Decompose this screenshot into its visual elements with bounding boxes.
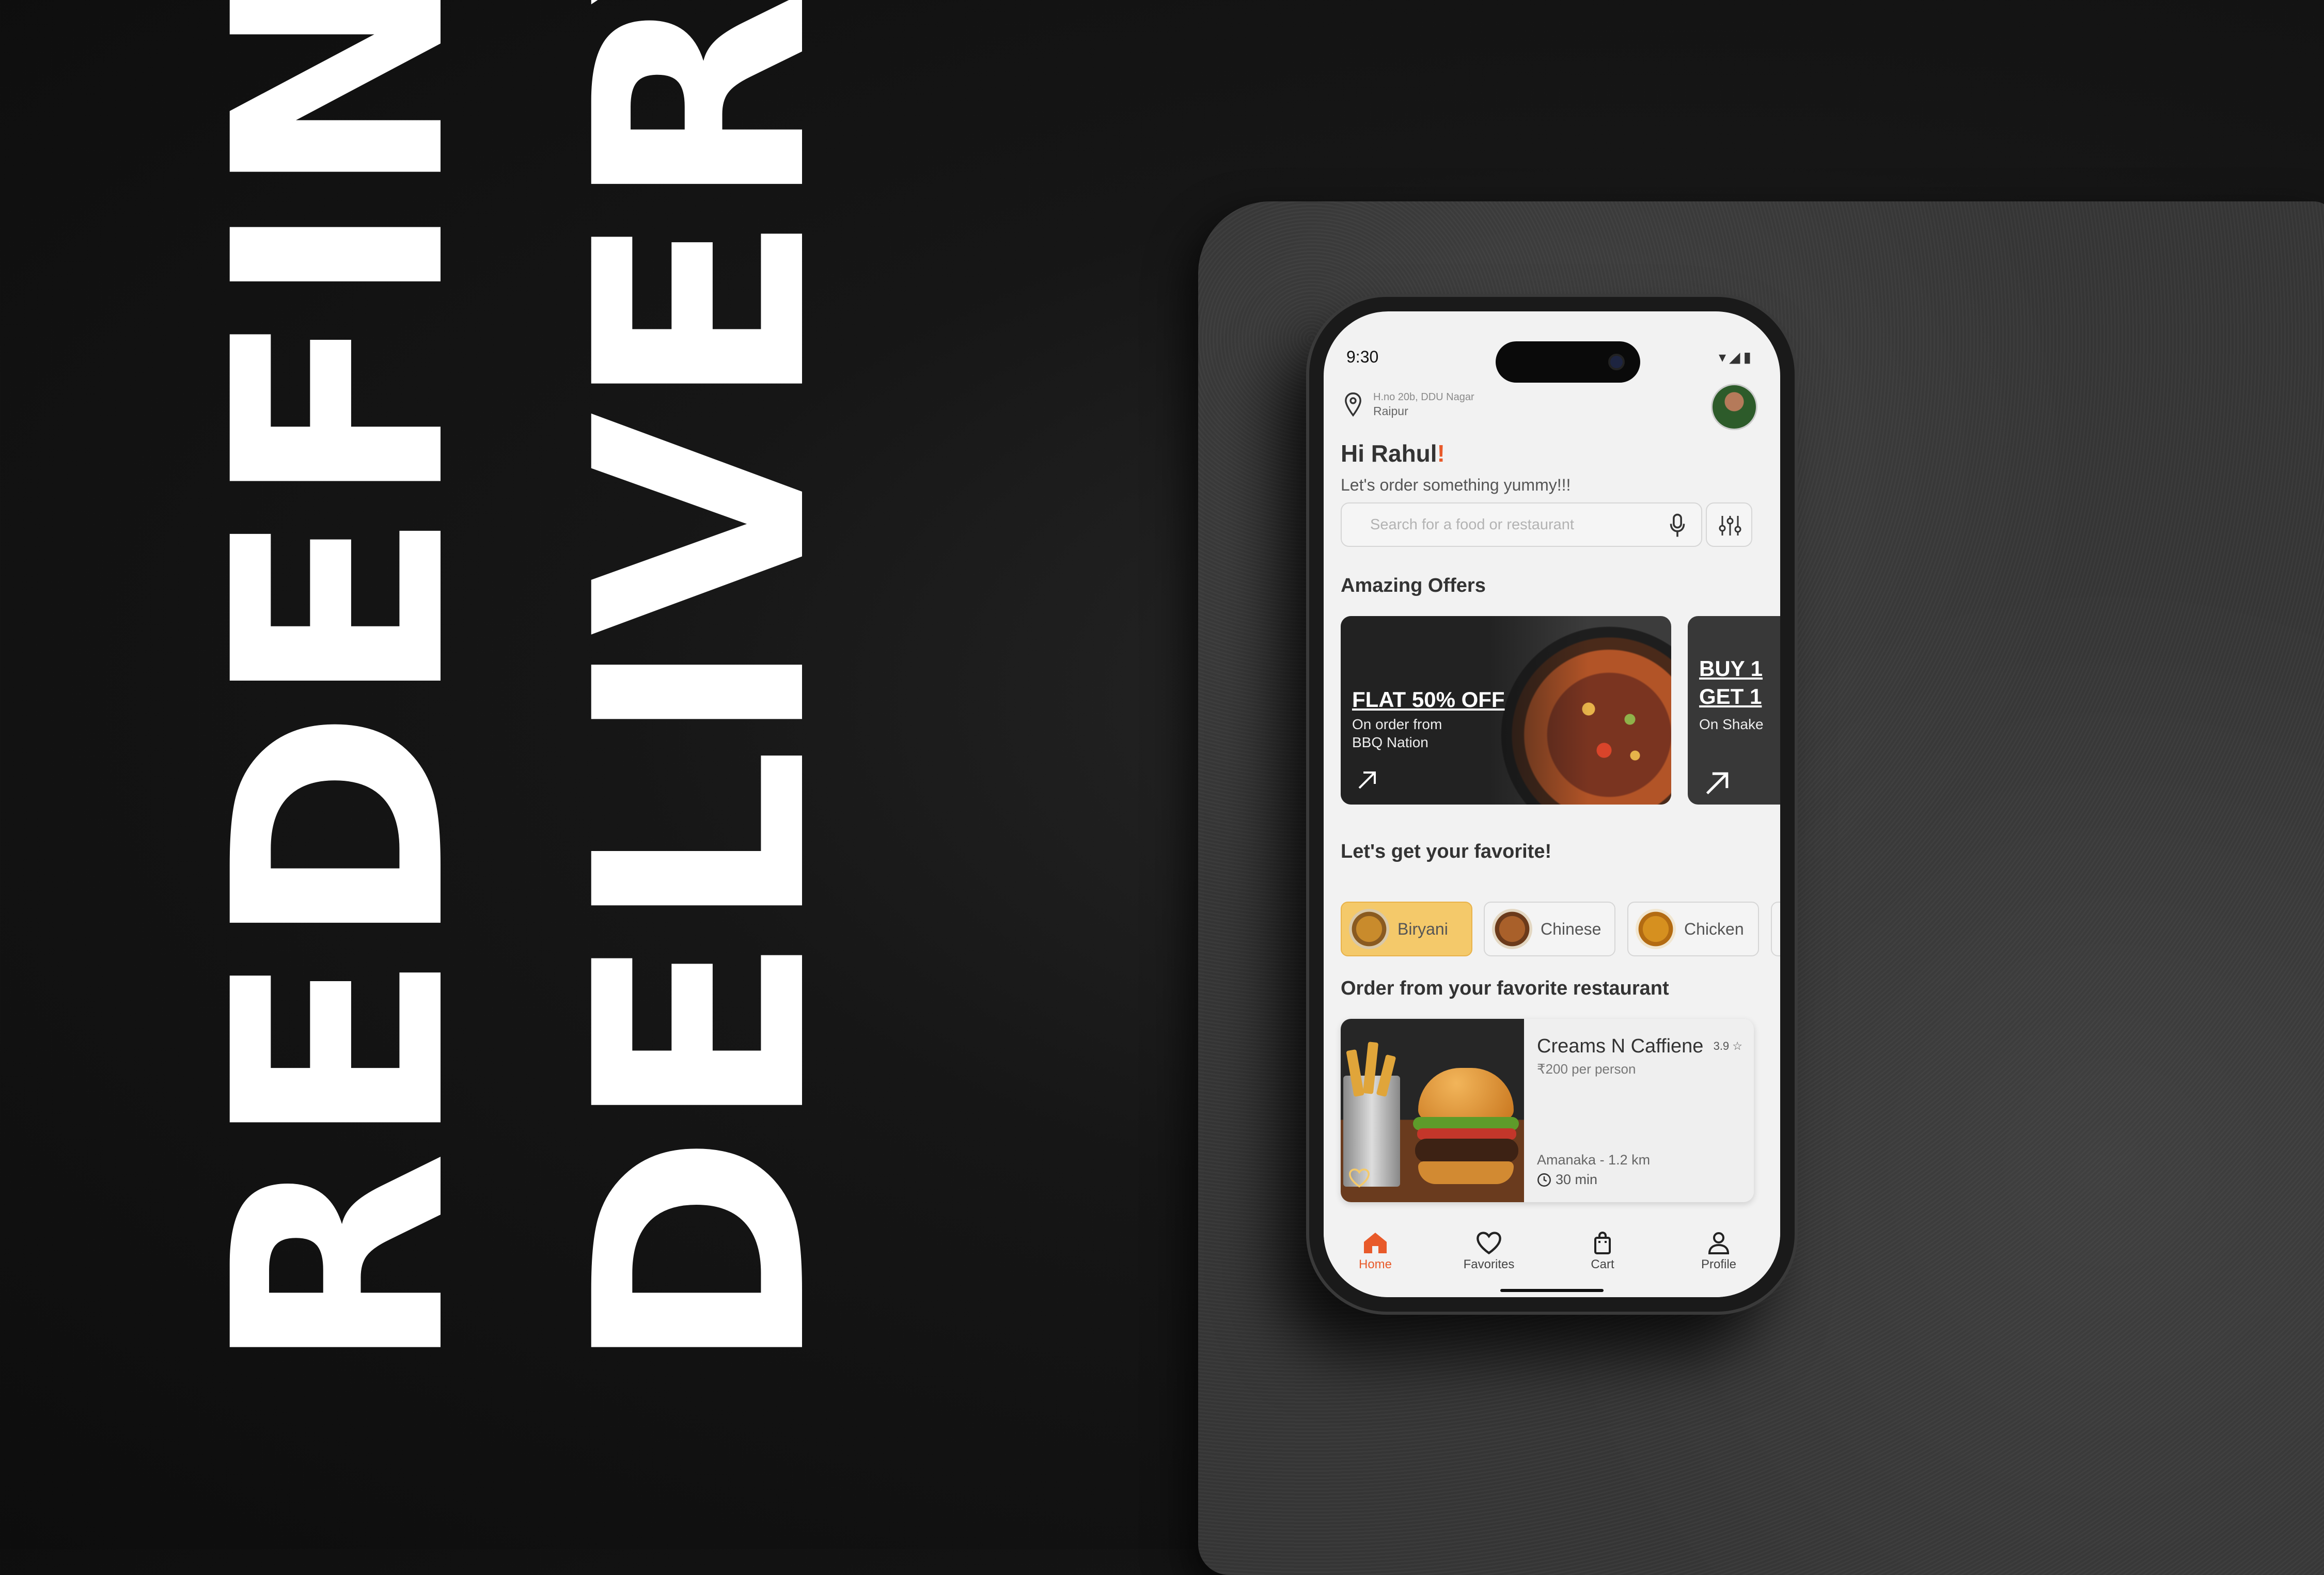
category-chip-chicken[interactable]: Chicken	[1627, 902, 1759, 956]
offer-subtitle: On Shake	[1699, 716, 1764, 732]
chicken-image	[1636, 909, 1676, 949]
camera-icon	[1608, 354, 1625, 370]
tab-home[interactable]: Home	[1337, 1231, 1414, 1272]
bottom-tab-bar: Home Favorites Cart Profile	[1324, 1225, 1780, 1297]
bag-icon	[1594, 1231, 1611, 1254]
person-icon	[1708, 1232, 1730, 1254]
section-title-restaurants: Order from your favorite restaurant	[1341, 978, 1669, 999]
offer-title-line1: BUY 1	[1699, 656, 1763, 681]
clock-icon	[1537, 1173, 1551, 1187]
category-label: Chinese	[1541, 919, 1601, 938]
delivery-time: 30 min	[1556, 1172, 1598, 1187]
headline-line-2: DELIVERY	[534, 0, 871, 1374]
location-selector[interactable]: H.no 20b, DDU Nagar Raipur	[1344, 391, 1474, 418]
offer-title-line2: GET 1	[1699, 684, 1762, 708]
location-address: H.no 20b, DDU Nagar	[1373, 391, 1474, 403]
burger-bun-bottom	[1418, 1161, 1514, 1184]
category-chip-biryani[interactable]: Biryani	[1341, 902, 1472, 956]
category-chip-chinese[interactable]: Chinese	[1484, 902, 1615, 956]
mic-icon[interactable]	[1667, 513, 1688, 539]
tab-label: Cart	[1591, 1257, 1614, 1271]
tab-label: Favorites	[1463, 1257, 1515, 1271]
restaurant-name: Creams N Caffiene	[1537, 1035, 1704, 1057]
app-screen: 9:30 ▾◢▮ H.no 20b, DDU Nagar Raipur Hi R…	[1324, 311, 1780, 1297]
category-label: Biryani	[1397, 919, 1448, 938]
greeting-name: Hi Rahul	[1341, 440, 1437, 467]
offer-title: FLAT 50% OFF	[1352, 687, 1505, 712]
offer-card-2[interactable]: BUY 1 GET 1 On Shake	[1688, 616, 1780, 805]
heart-icon	[1477, 1232, 1501, 1255]
burger-bun-top	[1418, 1068, 1514, 1120]
tab-favorites[interactable]: Favorites	[1450, 1231, 1528, 1272]
sliders-icon	[1719, 516, 1741, 536]
home-indicator	[1500, 1289, 1604, 1292]
search-input[interactable]: Search for a food or restaurant	[1341, 502, 1702, 547]
restaurant-image	[1341, 1019, 1524, 1202]
dynamic-island	[1496, 341, 1640, 383]
tab-cart[interactable]: Cart	[1564, 1231, 1641, 1272]
category-chip-more[interactable]	[1771, 902, 1780, 956]
biryani-image	[1349, 909, 1389, 949]
search-placeholder: Search for a food or restaurant	[1370, 516, 1574, 533]
category-label: Chicken	[1684, 919, 1744, 938]
location-pin-icon	[1345, 392, 1361, 417]
home-icon	[1364, 1233, 1387, 1253]
greeting-title: Hi Rahul!	[1341, 439, 1445, 467]
restaurant-card[interactable]: Creams N Caffiene 3.9 ☆ ₹200 per person …	[1341, 1019, 1754, 1202]
arrow-up-right-icon[interactable]	[1703, 768, 1732, 797]
filter-button[interactable]	[1706, 502, 1752, 547]
restaurant-time: 30 min	[1537, 1172, 1597, 1188]
offer-subtitle-line2: BBQ Nation	[1352, 734, 1428, 750]
greeting-subtitle: Let's order something yummy!!!	[1341, 476, 1571, 494]
burger-tomato	[1417, 1128, 1516, 1140]
location-city: Raipur	[1373, 404, 1408, 418]
burger-patty	[1415, 1139, 1518, 1162]
phone-frame: 9:30 ▾◢▮ H.no 20b, DDU Nagar Raipur Hi R…	[1309, 297, 1795, 1312]
offer-subtitle: On order from BBQ Nation	[1352, 715, 1442, 751]
heart-icon[interactable]	[1348, 1168, 1371, 1188]
greeting-accent: !	[1437, 440, 1445, 467]
status-icons: ▾◢▮	[1719, 349, 1754, 365]
tab-label: Home	[1358, 1257, 1392, 1271]
headline-line-1: REDEFINING	[172, 0, 509, 1374]
offer-card-1[interactable]: FLAT 50% OFF On order from BBQ Nation	[1341, 616, 1671, 805]
tab-profile[interactable]: Profile	[1680, 1231, 1757, 1272]
restaurant-rating: 3.9 ☆	[1713, 1040, 1742, 1052]
restaurant-price: ₹200 per person	[1537, 1061, 1636, 1077]
status-time: 9:30	[1346, 348, 1379, 366]
offer-subtitle-line1: On order from	[1352, 716, 1442, 732]
section-title-offers: Amazing Offers	[1341, 575, 1486, 596]
headline: REDEFINING DELIVERY	[172, 0, 878, 1374]
chinese-image	[1492, 909, 1532, 949]
restaurant-location: Amanaka - 1.2 km	[1537, 1152, 1651, 1168]
tab-label: Profile	[1701, 1257, 1737, 1271]
section-title-favorites: Let's get your favorite!	[1341, 841, 1552, 862]
avatar[interactable]	[1711, 384, 1757, 430]
arrow-up-right-icon[interactable]	[1356, 768, 1379, 791]
